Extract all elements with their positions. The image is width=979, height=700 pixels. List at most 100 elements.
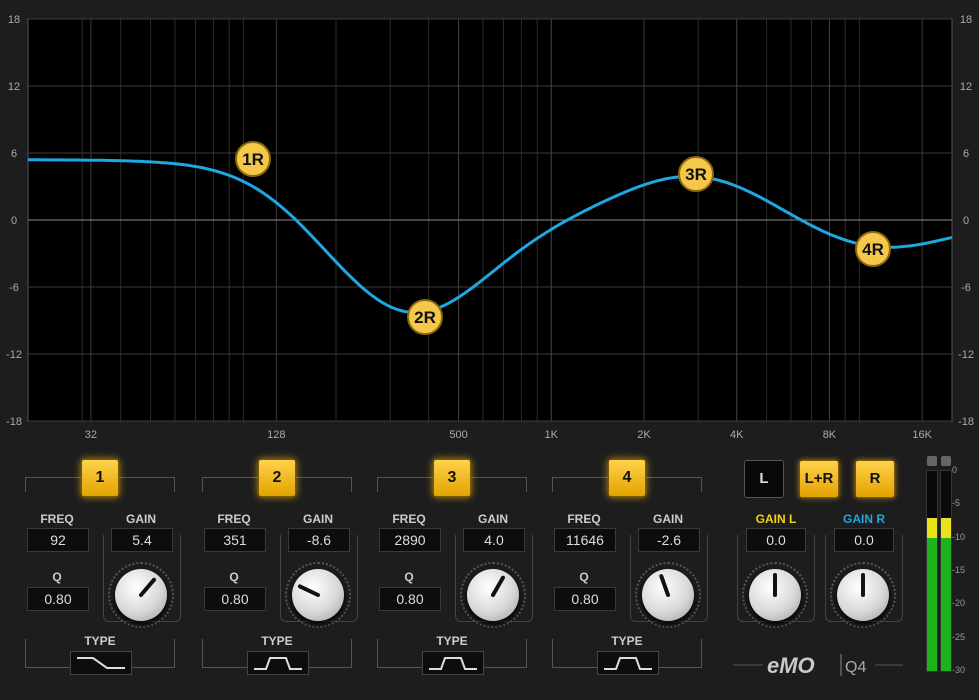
channel-lr-button[interactable]: L+R (799, 460, 839, 498)
gain-label: GAIN (653, 512, 683, 526)
meter-yellow-fill (927, 517, 937, 538)
gain-r-knob[interactable] (837, 569, 889, 621)
freq-label: FREQ (40, 512, 74, 526)
band-4: 4 FREQ 11646 Q 0.80 GAIN -2.6 TYPE (552, 455, 722, 675)
x-tick-label: 128 (267, 429, 285, 441)
band-4-enable-button[interactable]: 4 (608, 459, 646, 497)
gain-label: GAIN (303, 512, 333, 526)
y-tick-label-left: -6 (9, 282, 19, 294)
meter-scale-tick: -25 (952, 631, 966, 642)
logo-model: Q4 (845, 659, 866, 676)
band-2-q-value[interactable]: 0.80 (204, 587, 266, 611)
band-3-freq-value[interactable]: 2890 (379, 528, 441, 552)
x-tick-label: 8K (823, 429, 837, 441)
x-tick-label: 16K (912, 429, 932, 441)
band-1: 1 FREQ 92 Q 0.80 GAIN 5.4 TYPE (25, 455, 195, 675)
eq-node-label: 2R (414, 308, 436, 327)
eq-node-label: 3R (685, 165, 707, 184)
band-2-enable-button[interactable]: 2 (258, 459, 296, 497)
y-tick-label-left: 12 (8, 81, 20, 93)
gain-l-knob[interactable] (749, 569, 801, 621)
type-label: TYPE (261, 634, 293, 648)
meter-green-fill (927, 537, 937, 671)
eq-node-label: 1R (242, 150, 264, 169)
channel-r-button[interactable]: R (855, 460, 895, 498)
type-label: TYPE (436, 634, 468, 648)
gain-label: GAIN (126, 512, 156, 526)
y-tick-label-right: 12 (960, 81, 972, 93)
y-tick-label-right: -12 (958, 349, 974, 361)
bell-icon (429, 657, 477, 670)
band-1-enable-button[interactable]: 1 (81, 459, 119, 497)
meter-scale-tick: -15 (952, 565, 966, 575)
y-tick-label-right: 0 (963, 215, 969, 227)
meter-left (926, 470, 938, 672)
freq-label: FREQ (217, 512, 251, 526)
bell-icon (254, 657, 302, 670)
band-4-q-value[interactable]: 0.80 (554, 587, 616, 611)
type-label: TYPE (611, 634, 643, 648)
band-1-gain-knob[interactable] (115, 569, 167, 621)
meter-scale-tick: 0 (952, 465, 958, 475)
x-tick-label: 1K (545, 429, 559, 441)
bell-icon (604, 657, 652, 670)
band-3-gain-knob[interactable] (467, 569, 519, 621)
emo-q4-logo: eMO Q4 (733, 653, 903, 678)
meter-r-clip[interactable] (941, 456, 951, 466)
eq-node-label: 4R (862, 240, 884, 259)
meter-green-fill (941, 537, 951, 671)
meter-scale-tick: -30 (952, 665, 966, 675)
gain-l-label: GAIN L (755, 512, 797, 526)
band-4-freq-value[interactable]: 11646 (554, 528, 616, 552)
gain-r-label: GAIN R (843, 512, 885, 526)
x-tick-label: 500 (449, 429, 467, 441)
y-tick-label-right: -18 (958, 416, 974, 428)
meter-scale-tick: -20 (952, 598, 966, 609)
freq-label: FREQ (392, 512, 426, 526)
low-shelf-icon (77, 657, 125, 669)
x-tick-label: 4K (730, 429, 744, 441)
band-2-type-button[interactable] (247, 651, 309, 675)
band-2-gain-knob[interactable] (292, 569, 344, 621)
y-tick-label-right: 18 (960, 14, 972, 26)
band-1-type-button[interactable] (70, 651, 132, 675)
band-3-q-value[interactable]: 0.80 (379, 587, 441, 611)
gain-label: GAIN (478, 512, 508, 526)
band-3-enable-button[interactable]: 3 (433, 459, 471, 497)
meter-scale-tick: -5 (952, 498, 961, 509)
band-1-q-value[interactable]: 0.80 (27, 587, 89, 611)
type-label: TYPE (84, 634, 116, 648)
y-tick-label-right: 6 (963, 148, 969, 160)
eq-node-3[interactable]: 3R (678, 156, 714, 192)
meter-right (940, 470, 952, 672)
x-tick-label: 32 (85, 429, 97, 441)
eq-node-4[interactable]: 4R (855, 231, 891, 267)
q-label: Q (229, 570, 239, 584)
q-label: Q (52, 570, 62, 584)
y-tick-label-left: 0 (11, 215, 17, 227)
q-label: Q (404, 570, 414, 584)
meter-scale-tick: -10 (952, 531, 966, 542)
band-2: 2 FREQ 351 Q 0.80 GAIN -8.6 TYPE (202, 455, 372, 675)
x-tick-label: 2K (637, 429, 651, 441)
y-tick-label-left: 6 (11, 148, 17, 160)
band-3-type-button[interactable] (422, 651, 484, 675)
band-2-freq-value[interactable]: 351 (204, 528, 266, 552)
channel-l-button[interactable]: L (744, 460, 784, 498)
eq-graph[interactable]: 18 18 12 12 6 6 0 0 -6 -6 -12 -12 -18 -18 32 128 500 1K 2K… (0, 0, 979, 445)
meter-l-clip[interactable] (927, 456, 937, 466)
q-label: Q (579, 570, 589, 584)
band-3: 3 FREQ 2890 Q 0.80 GAIN 4.0 TYPE (377, 455, 547, 675)
band-4-gain-knob[interactable] (642, 569, 694, 621)
y-tick-label-left: -18 (6, 416, 22, 428)
meter-yellow-fill (941, 517, 951, 538)
y-tick-label-right: -6 (961, 282, 971, 294)
band-1-freq-value[interactable]: 92 (27, 528, 89, 552)
emo-q4-plugin: 18 18 12 12 6 6 0 0 -6 -6 -12 -12 -18 -18 32 128 500 1K 2K… (0, 0, 979, 700)
logo-brand: eMO (767, 653, 815, 678)
eq-node-1[interactable]: 1R (235, 141, 271, 177)
y-tick-label-left: -12 (6, 349, 22, 361)
band-4-type-button[interactable] (597, 651, 659, 675)
freq-label: FREQ (567, 512, 601, 526)
eq-node-2[interactable]: 2R (407, 299, 443, 335)
